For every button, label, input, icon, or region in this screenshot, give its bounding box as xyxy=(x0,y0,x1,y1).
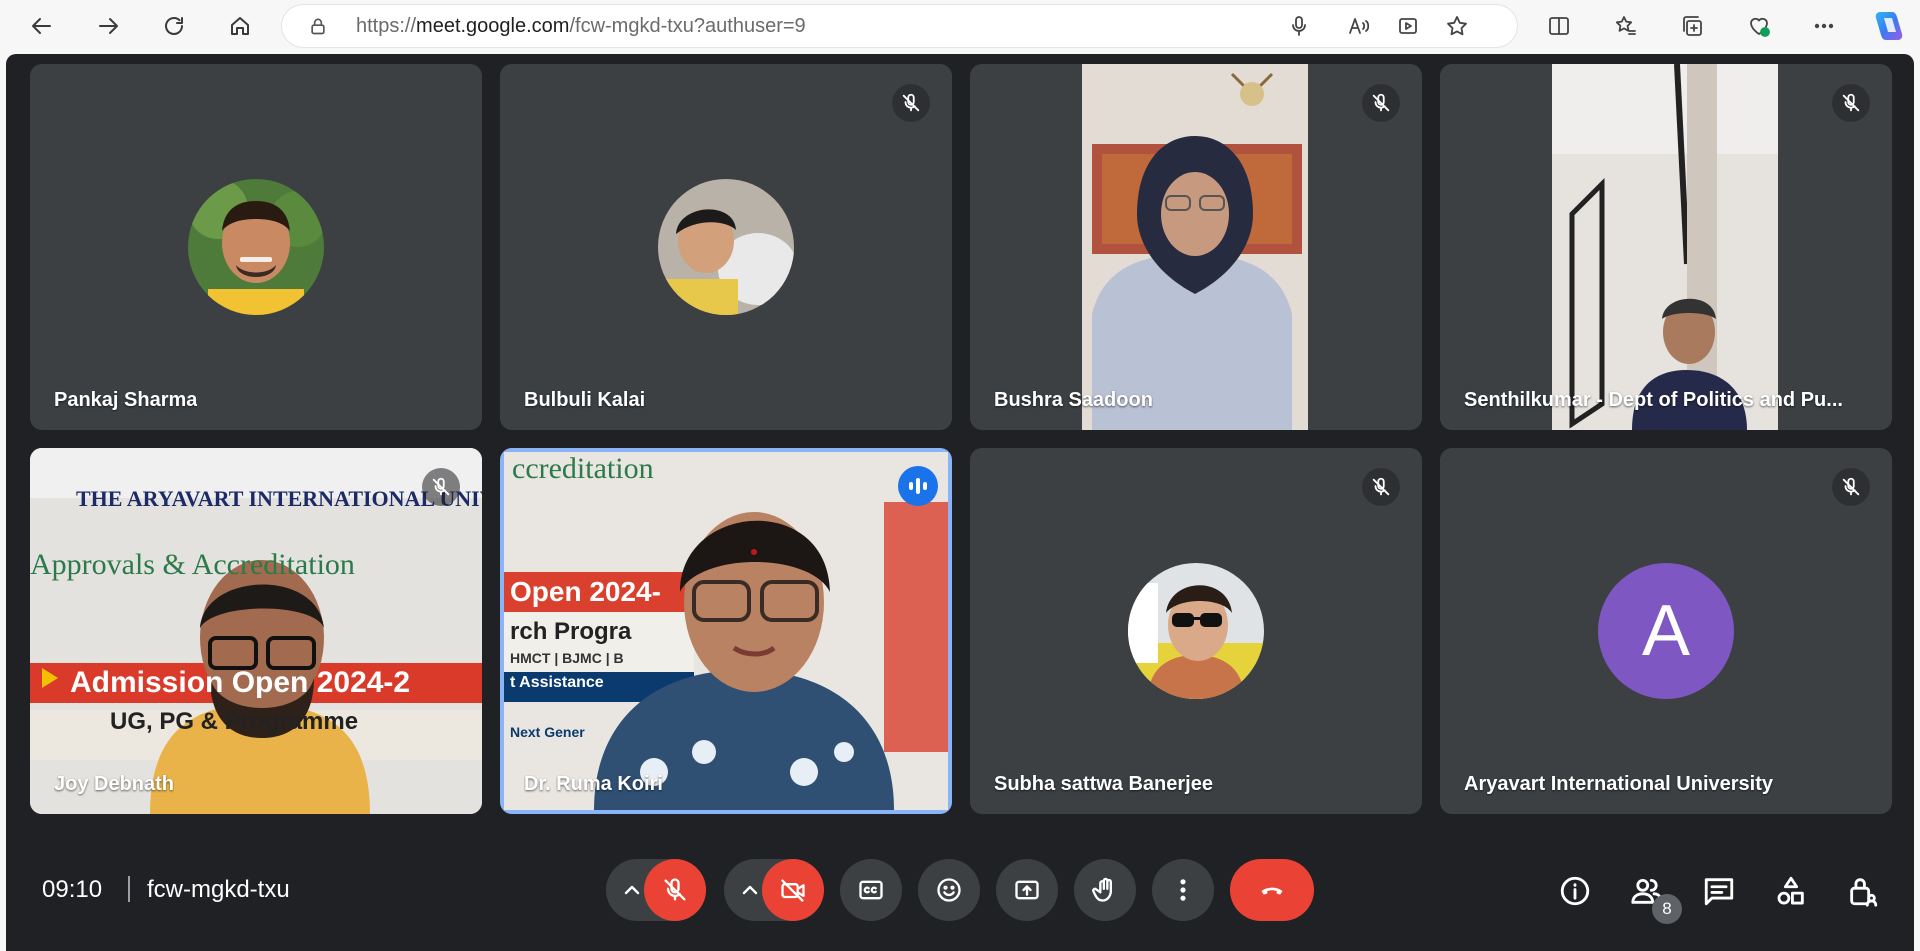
muted-mic-icon xyxy=(1832,84,1870,122)
participant-tile-active-speaker[interactable]: ccreditation Open 2024- rch Progra HMCT … xyxy=(500,448,952,814)
banner-line5-text: t Assistance xyxy=(510,674,604,691)
more-options-icon[interactable] xyxy=(1810,12,1838,40)
voice-search-icon[interactable] xyxy=(1287,14,1311,38)
chat-icon xyxy=(1704,878,1734,906)
participant-name: Bulbuli Kalai xyxy=(524,389,646,411)
participant-name: Senthilkumar - Dept of Politics and Pu..… xyxy=(1464,389,1843,411)
participant-name: Joy Debnath xyxy=(54,773,175,795)
collections-icon[interactable] xyxy=(1678,12,1706,40)
closed-captions-icon xyxy=(859,880,883,900)
mic-off-button[interactable] xyxy=(644,859,706,921)
host-controls-button[interactable] xyxy=(1843,871,1883,911)
home-button[interactable] xyxy=(222,8,258,44)
muted-mic-icon xyxy=(422,468,460,506)
chat-button[interactable] xyxy=(1699,871,1739,911)
lock-person-icon xyxy=(1850,878,1878,907)
speaking-indicator-icon xyxy=(898,466,938,506)
muted-mic-icon xyxy=(1362,84,1400,122)
meeting-clock: 09:10 xyxy=(42,876,103,903)
participant-video: THE ARYAVART INTERNATIONAL UNIVE Approva… xyxy=(30,448,482,814)
mic-off-icon xyxy=(664,878,686,901)
lock-icon[interactable] xyxy=(308,16,328,36)
url-text[interactable]: https://meet.google.com/fcw-mgkd-txu?aut… xyxy=(356,15,806,38)
activities-shapes-icon xyxy=(1777,876,1804,905)
emoji-icon xyxy=(937,878,961,902)
participant-name: Subha sattwa Banerjee xyxy=(994,773,1213,795)
more-vertical-icon xyxy=(1180,879,1186,901)
muted-mic-icon xyxy=(1362,468,1400,506)
participant-tile[interactable]: Pankaj Sharma xyxy=(30,64,482,430)
participant-avatar xyxy=(658,179,794,315)
url-prefix: https:// xyxy=(356,15,417,37)
present-screen-button[interactable] xyxy=(996,859,1058,921)
hang-up-icon xyxy=(1261,887,1283,895)
refresh-button[interactable] xyxy=(156,8,192,44)
participant-tile[interactable]: A Aryavart International University xyxy=(1440,448,1892,814)
browser-toolbar: https://meet.google.com/fcw-mgkd-txu?aut… xyxy=(0,0,1920,52)
leave-call-button[interactable] xyxy=(1230,859,1314,921)
url-host: meet.google.com xyxy=(416,15,570,37)
raise-hand-button[interactable] xyxy=(1074,859,1136,921)
participant-video xyxy=(1552,64,1778,430)
captions-button[interactable] xyxy=(840,859,902,921)
participant-video: ccreditation Open 2024- rch Progra HMCT … xyxy=(504,452,948,810)
audio-options-chevron-icon[interactable] xyxy=(620,878,644,902)
participant-avatar xyxy=(188,179,324,315)
banner-line3-text: UG, PG & Programme xyxy=(110,708,359,735)
participant-video xyxy=(1082,64,1308,430)
participant-count-badge: 8 xyxy=(1652,894,1682,924)
participant-avatar xyxy=(1128,563,1264,699)
url-path: /fcw-mgkd-txu?authuser=9 xyxy=(569,15,806,37)
banner-title-text: THE ARYAVART INTERNATIONAL UNIVE xyxy=(76,486,482,511)
forward-arrow-icon xyxy=(99,18,118,34)
browser-essentials-icon[interactable] xyxy=(1745,12,1773,40)
info-icon xyxy=(1560,876,1590,906)
divider xyxy=(128,876,130,902)
participant-tile[interactable]: Bulbuli Kalai xyxy=(500,64,952,430)
banner-line1-text: Approvals & Accreditation xyxy=(30,548,355,581)
refresh-icon xyxy=(165,17,183,35)
favorites-icon[interactable] xyxy=(1612,12,1640,40)
participant-name: Bushra Saadoon xyxy=(994,389,1153,411)
raise-hand-icon xyxy=(1092,877,1112,902)
present-screen-icon xyxy=(1015,880,1039,900)
meeting-code: fcw-mgkd-txu xyxy=(147,876,290,903)
participant-avatar-letter: A xyxy=(1598,563,1734,699)
banner-line2-text: Open 2024- xyxy=(510,576,661,607)
banner-line3-text: rch Progra xyxy=(510,618,632,645)
home-icon xyxy=(231,17,249,35)
muted-mic-icon xyxy=(892,84,930,122)
meeting-details-button[interactable] xyxy=(1555,871,1595,911)
participant-tile[interactable]: Senthilkumar - Dept of Politics and Pu..… xyxy=(1440,64,1892,430)
read-aloud-icon[interactable] xyxy=(1347,14,1371,38)
split-screen-icon[interactable] xyxy=(1545,12,1573,40)
forward-button[interactable] xyxy=(90,8,126,44)
meet-window: Pankaj Sharma Bulbuli Kalai Bushra Saado… xyxy=(6,54,1914,951)
copilot-icon[interactable] xyxy=(1870,8,1906,44)
participant-tile[interactable]: Subha sattwa Banerjee xyxy=(970,448,1422,814)
participant-name: Pankaj Sharma xyxy=(54,389,198,411)
camera-control xyxy=(724,859,824,921)
back-arrow-icon xyxy=(32,18,51,34)
banner-line6-text: Next Gener xyxy=(510,724,585,740)
immersive-reader-icon[interactable] xyxy=(1397,14,1421,38)
banner-line1-text: ccreditation xyxy=(512,452,654,485)
muted-mic-icon xyxy=(1832,468,1870,506)
address-bar[interactable]: https://meet.google.com/fcw-mgkd-txu?aut… xyxy=(282,5,1517,47)
activities-button[interactable] xyxy=(1771,871,1811,911)
participant-tile[interactable]: Bushra Saadoon xyxy=(970,64,1422,430)
participant-name: Aryavart International University xyxy=(1464,773,1773,795)
banner-line2-text: Admission Open 2024-2 xyxy=(70,666,411,699)
back-button[interactable] xyxy=(24,8,60,44)
participant-tile[interactable]: THE ARYAVART INTERNATIONAL UNIVE Approva… xyxy=(30,448,482,814)
video-options-chevron-icon[interactable] xyxy=(738,878,762,902)
participant-name: Dr. Ruma Koiri xyxy=(524,773,663,795)
camera-off-icon xyxy=(781,879,805,902)
reactions-button[interactable] xyxy=(918,859,980,921)
microphone-control xyxy=(606,859,706,921)
banner-line4-text: HMCT | BJMC | B xyxy=(510,650,624,666)
more-options-button[interactable] xyxy=(1152,859,1214,921)
camera-off-button[interactable] xyxy=(762,859,824,921)
favorite-star-icon[interactable] xyxy=(1445,14,1469,38)
